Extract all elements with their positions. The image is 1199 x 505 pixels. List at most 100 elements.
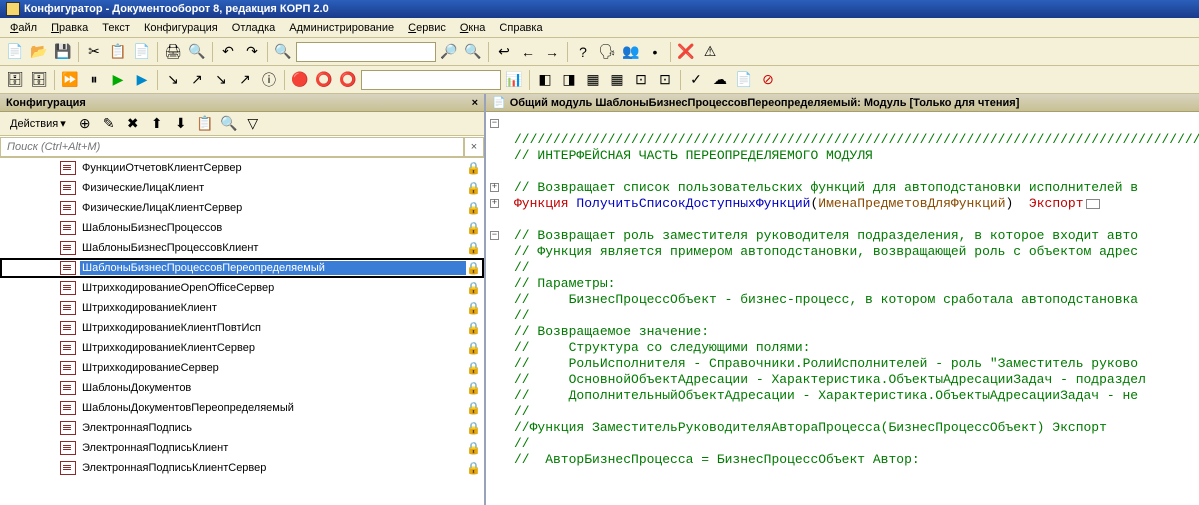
move-down-button[interactable]: ⬇ xyxy=(170,113,192,135)
chevron-down-icon: ▾ xyxy=(60,117,66,130)
tree-item[interactable]: ШаблоныДокументовПереопределяемый🔒 xyxy=(0,398,484,418)
menu-text[interactable]: Текст xyxy=(96,20,136,36)
edit-item-button[interactable]: ✎ xyxy=(98,113,120,135)
warn-button[interactable]: ⚠ xyxy=(699,41,721,63)
db-pause-button[interactable]: ⏸ xyxy=(83,69,105,91)
config-tree[interactable]: ФункцииОтчетовКлиентСервер🔒ФизическиеЛиц… xyxy=(0,158,484,505)
fold-collapse-icon[interactable]: − xyxy=(490,119,499,128)
config-search-clear[interactable]: × xyxy=(464,137,484,157)
save-button[interactable]: 💾 xyxy=(52,41,74,63)
tree-item[interactable]: ФункцииОтчетовКлиентСервер🔒 xyxy=(0,158,484,178)
breakpoint-disable-button[interactable]: ⭕ xyxy=(313,69,335,91)
layout1-button[interactable]: ◧ xyxy=(534,69,556,91)
back-button[interactable]: ← xyxy=(517,41,539,63)
db-continue-button[interactable]: ⏩ xyxy=(59,69,81,91)
lock-icon: 🔒 xyxy=(466,361,480,375)
module-icon xyxy=(60,261,76,275)
check-button[interactable]: ✓ xyxy=(685,69,707,91)
step-over-button[interactable]: ↗ xyxy=(186,69,208,91)
menu-help[interactable]: Справка xyxy=(493,20,548,36)
preview-button[interactable]: 🔍 xyxy=(186,41,208,63)
tree-item[interactable]: ШтрихкодированиеСервер🔒 xyxy=(0,358,484,378)
layout6-button[interactable]: ⊡ xyxy=(654,69,676,91)
print-button[interactable]: 🖨 xyxy=(162,41,184,63)
find-item-button[interactable]: 🔍 xyxy=(218,113,240,135)
stop-button[interactable]: ⊘ xyxy=(757,69,779,91)
menu-file[interactable]: Файл xyxy=(4,20,43,36)
cut-button[interactable]: ✂ xyxy=(83,41,105,63)
step-next-button[interactable]: ↗ xyxy=(234,69,256,91)
open-button[interactable]: 📂 xyxy=(28,41,50,63)
move-up-button[interactable]: ⬆ xyxy=(146,113,168,135)
config-search-input[interactable] xyxy=(0,137,464,157)
db-open-button[interactable]: 🗄 xyxy=(4,69,26,91)
actions-menu-button[interactable]: Действия ▾ xyxy=(4,115,72,132)
undo-button[interactable]: ↶ xyxy=(217,41,239,63)
break-button[interactable]: ❌ xyxy=(675,41,697,63)
new-button[interactable]: 📄 xyxy=(4,41,26,63)
find-button[interactable]: 🔍 xyxy=(272,41,294,63)
tree-item[interactable]: ШтрихкодированиеКлиентПовтИсп🔒 xyxy=(0,318,484,338)
zoom-in-button[interactable]: 🔎 xyxy=(438,41,460,63)
layout5-button[interactable]: ⊡ xyxy=(630,69,652,91)
tree-item[interactable]: ШтрихкодированиеOpenOfficeСервер🔒 xyxy=(0,278,484,298)
tree-item[interactable]: ШаблоныБизнесПроцессовПереопределяемый🔒 xyxy=(0,258,484,278)
sort-button[interactable]: 📋 xyxy=(194,113,216,135)
paste-button[interactable]: 📄 xyxy=(131,41,153,63)
step-out-button[interactable]: ↘ xyxy=(210,69,232,91)
menu-config[interactable]: Конфигурация xyxy=(138,20,224,36)
tree-item[interactable]: ШаблоныДокументов🔒 xyxy=(0,378,484,398)
menu-service[interactable]: Сервис xyxy=(402,20,452,36)
info-button[interactable]: ⓘ xyxy=(258,69,280,91)
layout2-button[interactable]: ◨ xyxy=(558,69,580,91)
copy-button[interactable]: 📋 xyxy=(107,41,129,63)
tree-item[interactable]: ЭлектроннаяПодпись🔒 xyxy=(0,418,484,438)
dbcmp-button[interactable]: • xyxy=(644,41,666,63)
tree-item[interactable]: ШтрихкодированиеКлиентСервер🔒 xyxy=(0,338,484,358)
tree-item[interactable]: ШтрихкодированиеКлиент🔒 xyxy=(0,298,484,318)
breakpoint-toggle-button[interactable]: 🔴 xyxy=(289,69,311,91)
menu-debug[interactable]: Отладка xyxy=(226,20,281,36)
code-editor[interactable]: −///////////////////////////////////////… xyxy=(486,112,1199,505)
dbadd-button[interactable]: 🗣 xyxy=(596,41,618,63)
menu-windows[interactable]: Окна xyxy=(454,20,492,36)
tree-item[interactable]: ШаблоныБизнесПроцессовКлиент🔒 xyxy=(0,238,484,258)
forward-button[interactable]: → xyxy=(541,41,563,63)
tree-item-label: ФизическиеЛицаКлиентСервер xyxy=(80,201,466,215)
collapsed-region-marker[interactable] xyxy=(1086,199,1100,209)
fold-collapse-icon[interactable]: − xyxy=(490,231,499,240)
config-panel-close[interactable]: × xyxy=(472,94,478,111)
menu-admin[interactable]: Администрирование xyxy=(283,20,400,36)
add-item-button[interactable]: ⊕ xyxy=(74,113,96,135)
zoom-out-button[interactable]: 🔍 xyxy=(462,41,484,63)
find-combo[interactable] xyxy=(296,42,436,62)
cloud-button[interactable]: ☁ xyxy=(709,69,731,91)
db-save-button[interactable]: 🗄 xyxy=(28,69,50,91)
doc-button[interactable]: 📄 xyxy=(733,69,755,91)
fold-expand-icon[interactable]: + xyxy=(490,199,499,208)
code-line xyxy=(486,164,1199,180)
goto-button[interactable]: ↩ xyxy=(493,41,515,63)
dbedit-button[interactable]: 👥 xyxy=(620,41,642,63)
tree-item[interactable]: ФизическиеЛицаКлиент🔒 xyxy=(0,178,484,198)
layout4-button[interactable]: ▦ xyxy=(606,69,628,91)
run-client-button[interactable]: ▶ xyxy=(131,69,153,91)
redo-button[interactable]: ↷ xyxy=(241,41,263,63)
run-button[interactable]: ▶ xyxy=(107,69,129,91)
breakpoint-all-button[interactable]: ⭕ xyxy=(337,69,359,91)
help-button[interactable]: ? xyxy=(572,41,594,63)
calc-button[interactable]: 📊 xyxy=(503,69,525,91)
menu-edit[interactable]: Правка xyxy=(45,20,94,36)
delete-item-button[interactable]: ✖ xyxy=(122,113,144,135)
debug-combo[interactable] xyxy=(361,70,501,90)
lock-icon: 🔒 xyxy=(466,281,480,295)
fold-expand-icon[interactable]: + xyxy=(490,183,499,192)
module-icon xyxy=(60,341,76,355)
tree-item[interactable]: ФизическиеЛицаКлиентСервер🔒 xyxy=(0,198,484,218)
tree-item[interactable]: ЭлектроннаяПодписьКлиент🔒 xyxy=(0,438,484,458)
layout3-button[interactable]: ▦ xyxy=(582,69,604,91)
tree-item[interactable]: ЭлектроннаяПодписьКлиентСервер🔒 xyxy=(0,458,484,478)
tree-item[interactable]: ШаблоныБизнесПроцессов🔒 xyxy=(0,218,484,238)
filter-button[interactable]: ▽ xyxy=(242,113,264,135)
step-into-button[interactable]: ↘ xyxy=(162,69,184,91)
